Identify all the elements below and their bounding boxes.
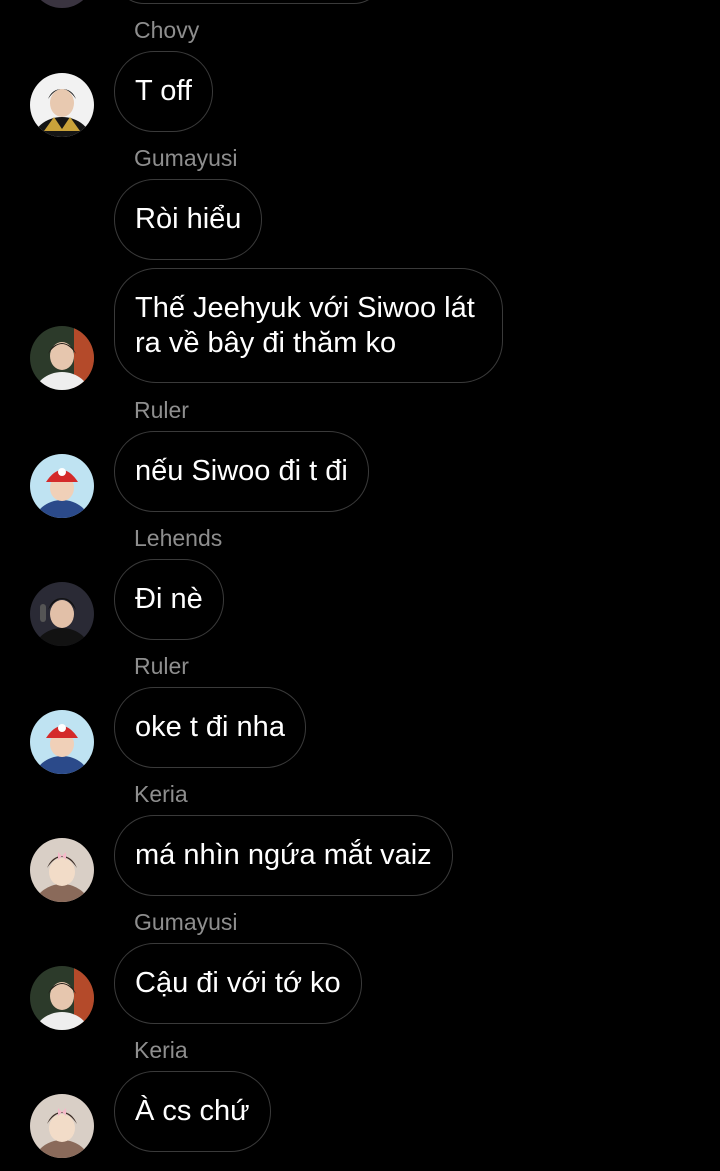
avatar[interactable] bbox=[30, 966, 94, 1030]
message-bubble[interactable]: oke t đi nha bbox=[114, 687, 306, 768]
message-bubble[interactable]: Ròi hiểu bbox=[114, 179, 263, 260]
previous-message-bubble[interactable] bbox=[114, 0, 384, 4]
avatar[interactable] bbox=[30, 454, 94, 518]
sender-name: Gumayusi bbox=[134, 145, 238, 171]
sender-name: Chovy bbox=[134, 17, 200, 43]
sender-name: Lehends bbox=[134, 525, 223, 551]
avatar[interactable] bbox=[30, 326, 94, 390]
message-bubble[interactable]: À cs chứ bbox=[114, 1071, 271, 1152]
avatar[interactable] bbox=[30, 582, 94, 646]
sender-name: Ruler bbox=[134, 653, 189, 679]
sender-name: Keria bbox=[134, 781, 188, 807]
sender-name: Keria bbox=[134, 1037, 188, 1063]
sender-name: Ruler bbox=[134, 397, 189, 423]
message-bubble[interactable]: Đi nè bbox=[114, 559, 224, 640]
message-bubble[interactable]: má nhìn ngứa mắt vaiz bbox=[114, 815, 453, 896]
chat-thread[interactable]: Chovy T off Gumayusi Ròi hiểu Thế Jeehyu… bbox=[0, 0, 720, 1171]
message-bubble[interactable]: Thế Jeehyuk với Siwoo lát ra về bây đi t… bbox=[114, 268, 503, 383]
avatar[interactable] bbox=[30, 1094, 94, 1158]
avatar[interactable] bbox=[30, 73, 94, 137]
avatar[interactable] bbox=[30, 710, 94, 774]
message-bubble[interactable]: nếu Siwoo đi t đi bbox=[114, 431, 369, 512]
sender-name: Gumayusi bbox=[134, 909, 238, 935]
message-bubble[interactable]: Cậu đi với tớ ko bbox=[114, 943, 362, 1024]
message-bubble[interactable]: T off bbox=[114, 51, 213, 132]
avatar[interactable] bbox=[30, 0, 94, 8]
avatar[interactable] bbox=[30, 838, 94, 902]
